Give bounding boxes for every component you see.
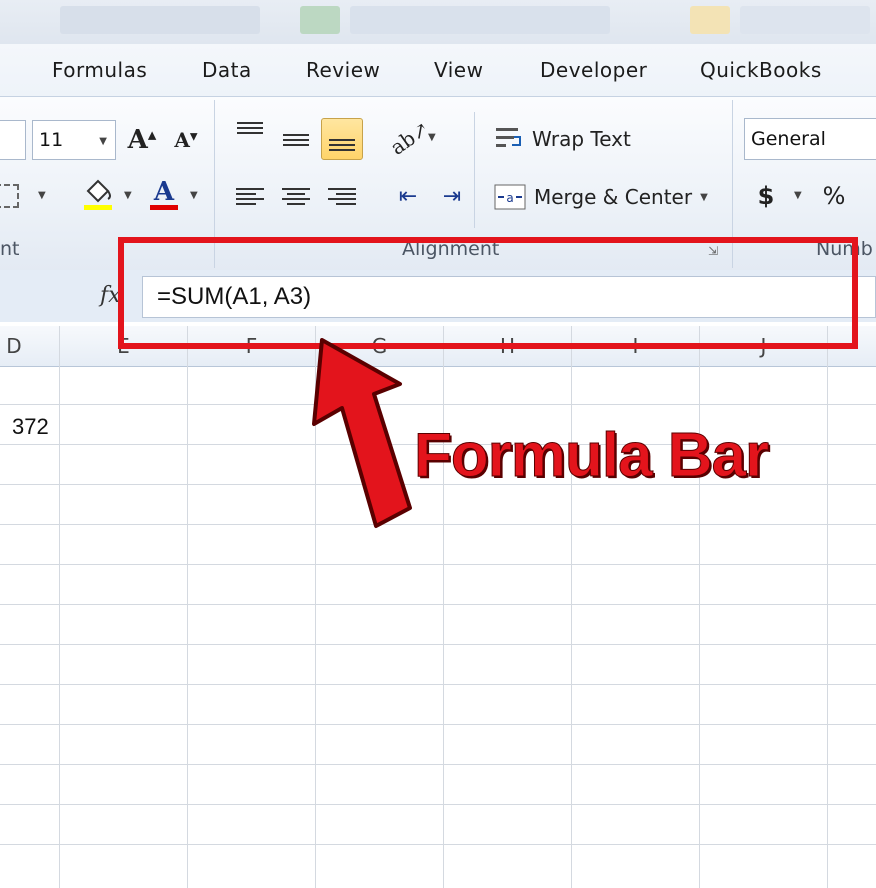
font-name-combo-partial[interactable]	[0, 120, 26, 160]
window-title-bar	[0, 0, 876, 44]
merge-center-button[interactable]: a Merge & Center ▼	[494, 178, 708, 216]
bottom-align-icon	[329, 139, 355, 151]
chevron-down-icon[interactable]: ▼	[124, 190, 132, 201]
wrap-text-button[interactable]: Wrap Text	[494, 120, 631, 158]
fill-color-button[interactable]	[78, 174, 118, 214]
tab-data[interactable]: Data	[202, 58, 252, 82]
blurred-title-item	[300, 6, 340, 34]
tab-view[interactable]: View	[434, 58, 483, 82]
gridline	[0, 404, 876, 405]
align-left-button[interactable]	[230, 176, 270, 216]
chevron-down-icon: ▼	[700, 191, 708, 203]
wrap-text-icon	[496, 128, 521, 147]
chevron-down-icon[interactable]: ▼	[190, 190, 198, 201]
chevron-down-icon[interactable]: ▼	[428, 132, 436, 143]
top-align-icon	[237, 122, 263, 134]
increase-indent-button[interactable]: ⇥	[432, 176, 472, 216]
group-divider	[474, 112, 475, 228]
gridline	[0, 604, 876, 605]
shrink-font-icon: A▼	[174, 128, 198, 152]
gridline	[0, 524, 876, 525]
font-size-combo[interactable]: 11 ▼	[32, 120, 116, 160]
cell-value[interactable]: 372	[12, 414, 49, 440]
gridline	[0, 564, 876, 565]
grow-font-icon: A▲	[127, 125, 157, 155]
currency-button[interactable]: $	[746, 176, 786, 216]
align-right-button[interactable]	[322, 176, 362, 216]
top-align-button[interactable]	[230, 114, 270, 154]
chevron-down-icon[interactable]: ▼	[38, 190, 46, 201]
annotation-arrow	[312, 338, 412, 528]
orientation-button[interactable]: ab↗	[386, 116, 434, 159]
blurred-title-item	[690, 6, 730, 34]
blurred-title-item	[60, 6, 260, 34]
gridline	[0, 684, 876, 685]
font-size-value: 11	[39, 129, 64, 151]
tab-formulas[interactable]: Formulas	[52, 58, 147, 82]
gridline	[0, 844, 876, 845]
shrink-font-button[interactable]: A▼	[166, 120, 206, 160]
tab-quickbooks[interactable]: QuickBooks	[700, 58, 822, 82]
number-format-value: General	[751, 128, 826, 150]
svg-text:A: A	[153, 177, 175, 207]
gridline	[0, 764, 876, 765]
chevron-down-icon: ▼	[99, 136, 107, 147]
borders-button[interactable]	[0, 176, 22, 216]
formula-bar-callout: Formula Bar	[413, 421, 769, 491]
gridline	[0, 724, 876, 725]
align-right-icon	[328, 187, 356, 205]
tab-review[interactable]: Review	[306, 58, 380, 82]
gridline	[0, 644, 876, 645]
bottom-align-button[interactable]	[321, 118, 363, 160]
text-orientation-icon: ab↗	[386, 116, 434, 160]
decrease-indent-icon: ⇤	[398, 183, 418, 209]
decrease-indent-button[interactable]: ⇤	[388, 176, 428, 216]
borders-icon	[0, 184, 19, 208]
align-center-icon	[282, 187, 310, 205]
merge-center-icon: a	[494, 184, 526, 210]
merge-center-label: Merge & Center	[534, 185, 693, 209]
svg-text:a: a	[506, 191, 513, 205]
increase-indent-icon: ⇥	[442, 183, 462, 209]
percent-button[interactable]: %	[814, 176, 854, 216]
middle-align-button[interactable]	[276, 120, 316, 160]
blurred-title-item	[350, 6, 610, 34]
wrap-text-label: Wrap Text	[532, 127, 631, 151]
blurred-title-item	[740, 6, 870, 34]
number-format-combo[interactable]: General	[744, 118, 876, 160]
chevron-down-icon[interactable]: ▼	[794, 190, 802, 201]
align-left-icon	[236, 187, 264, 205]
font-color-button[interactable]: A	[144, 174, 184, 214]
column-header-d[interactable]: D	[0, 326, 58, 366]
middle-align-icon	[283, 134, 309, 146]
tab-developer[interactable]: Developer	[540, 58, 647, 82]
percent-icon: %	[822, 182, 846, 210]
formula-bar-highlight-box	[118, 237, 858, 349]
font-group-label: nt	[0, 238, 20, 260]
paint-bucket-icon	[84, 179, 112, 210]
grow-font-button[interactable]: A▲	[122, 120, 162, 160]
gridline	[0, 804, 876, 805]
align-center-button[interactable]	[276, 176, 316, 216]
dollar-icon: $	[757, 182, 775, 210]
font-color-icon: A	[150, 177, 178, 210]
